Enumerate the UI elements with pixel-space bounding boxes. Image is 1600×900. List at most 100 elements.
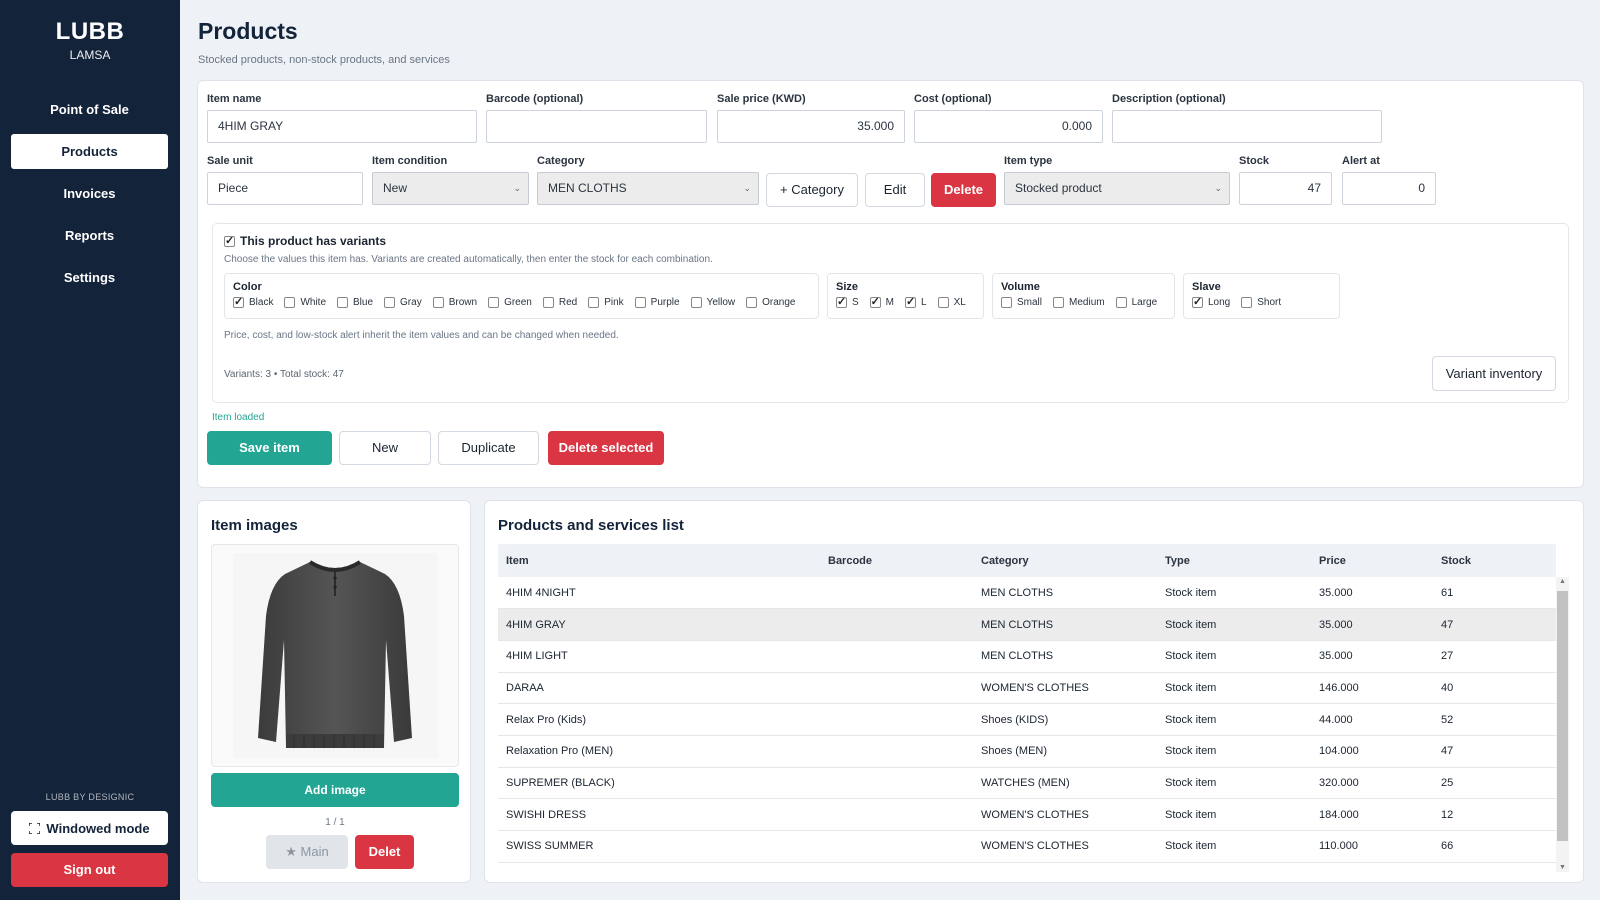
sidebar-item-settings[interactable]: Settings [11,260,168,295]
image-preview[interactable] [211,544,459,767]
sidebar-item-products[interactable]: Products [11,134,168,169]
set-main-image-button[interactable]: ★ Main [266,835,348,869]
checkbox-icon [1053,297,1065,308]
scroll-down-icon[interactable]: ▼ [1556,864,1569,871]
table-row[interactable]: Relaxation Pro (MEN) Shoes (MEN) Stock ite… [498,735,1556,768]
delete-category-button[interactable]: Delete [931,173,996,207]
table-cell: Stock item [1157,703,1311,736]
volume-option-medium[interactable]: Medium [1053,297,1105,308]
scrollbar-thumb[interactable] [1557,591,1568,841]
variant-inventory-button[interactable]: Variant inventory [1432,356,1556,391]
barcode-input[interactable] [486,110,707,143]
sale-unit-input[interactable]: Piece [207,172,363,205]
description-label: Description (optional) [1112,93,1226,105]
product-form-card: Item name 4HIM GRAY Barcode (optional) S… [197,80,1584,488]
column-header-category[interactable]: Category [973,544,1157,577]
table-row[interactable]: SUPREMER (BLACK) WATCHES (MEN) Stock item 3… [498,767,1556,800]
edit-category-button[interactable]: Edit [865,173,925,207]
table-row[interactable]: DARAA WOMEN'S CLOTHES Stock item 146.000 40 [498,672,1556,705]
variants-summary: Variants: 3 • Total stock: 47 [224,369,344,380]
size-option-l[interactable]: L [905,295,927,308]
color-option-green[interactable]: Green [488,297,532,308]
checkbox-checked-icon [869,295,881,308]
sale-unit-field: Sale unit Piece [207,155,363,205]
table-row[interactable]: Relax Pro (Kids) Shoes (KIDS) Stock item 44… [498,703,1556,736]
color-option-pink[interactable]: Pink [588,297,624,308]
description-input[interactable] [1112,110,1382,143]
status-message: Item loaded [212,412,265,423]
slave-option-short[interactable]: Short [1241,297,1281,308]
alert-at-input[interactable]: 0 [1342,172,1436,205]
stock-input[interactable]: 47 [1239,172,1332,205]
sale-price-input[interactable]: 35.000 [717,110,905,143]
table-cell: 47 [1433,735,1556,768]
option-label: Yellow [706,297,736,308]
category-field: Category MEN CLOTHS ⌄ [537,155,759,205]
sidebar-item-point-of-sale[interactable]: Point of Sale [11,92,168,127]
sign-out-button[interactable]: Sign out [11,853,168,887]
save-item-button[interactable]: Save item [207,431,332,465]
color-option-gray[interactable]: Gray [384,297,422,308]
color-option-blue[interactable]: Blue [337,297,373,308]
page-subtitle: Stocked products, non-stock products, an… [198,54,450,66]
column-header-price[interactable]: Price [1311,544,1433,577]
size-option-m[interactable]: M [869,295,895,308]
column-header-type[interactable]: Type [1157,544,1311,577]
cost-input[interactable]: 0.000 [914,110,1103,143]
column-header-item[interactable]: Item [498,544,820,577]
sweater-image [258,559,412,748]
option-label: M [885,297,895,308]
item-type-select[interactable]: Stocked product ⌄ [1004,172,1230,205]
slave-option-long[interactable]: Long [1192,295,1230,308]
sale-price-label: Sale price (KWD) [717,93,806,105]
new-item-button[interactable]: New [339,431,431,465]
chevron-down-icon: ⌄ [1214,183,1222,193]
color-option-red[interactable]: Red [542,297,577,308]
description-field: Description (optional) [1112,93,1382,143]
windowed-mode-button[interactable]: Windowed mode [11,811,168,845]
delete-image-button[interactable]: Delet [355,835,414,869]
table-row[interactable]: 4HIM 4NIGHT MEN CLOTHS Stock item 35.000 61 [498,577,1556,610]
credit-text: LUBB BY DESIGNIC [45,792,135,802]
item-condition-select[interactable]: New ⌄ [372,172,529,205]
sidebar-item-reports[interactable]: Reports [11,218,168,253]
column-header-barcode[interactable]: Barcode [820,544,973,577]
sidebar-footer: LUBB BY DESIGNIC Windowed mode Sign out [0,792,180,900]
table-scrollbar[interactable]: ▲ ▼ [1556,577,1569,872]
checkbox-icon [746,297,758,308]
table-row[interactable]: SWISHI DRESS WOMEN'S CLOTHES Stock item 184… [498,798,1556,831]
color-option-purple[interactable]: Purple [634,297,680,308]
item-name-input[interactable]: 4HIM GRAY [207,110,477,143]
add-category-button[interactable]: + Category [766,173,858,207]
column-header-stock[interactable]: Stock [1433,544,1556,577]
category-select[interactable]: MEN CLOTHS ⌄ [537,172,759,205]
table-cell [820,672,973,705]
color-option-orange[interactable]: Orange [746,297,795,308]
volume-option-small[interactable]: Small [1001,297,1042,308]
table-row[interactable]: SWISS SUMMER WOMEN'S CLOTHES Stock item 110… [498,830,1556,863]
table-cell: SWISHI DRESS [498,798,820,831]
image-counter: 1 / 1 [325,817,345,828]
duplicate-button[interactable]: Duplicate [438,431,539,465]
table-cell: Shoes (KIDS) [973,703,1157,736]
size-option-xl[interactable]: XL [937,297,966,308]
volume-option-large[interactable]: Large [1115,297,1157,308]
sale-unit-label: Sale unit [207,155,253,167]
scroll-up-icon[interactable]: ▲ [1556,578,1569,585]
color-option-brown[interactable]: Brown [432,297,477,308]
table-cell: 146.000 [1311,672,1433,705]
table-cell: 4HIM GRAY [498,608,820,641]
table-cell: 12 [1433,798,1556,831]
table-row[interactable]: 4HIM LIGHT MEN CLOTHS Stock item 35.000 27 [498,640,1556,673]
sidebar-item-invoices[interactable]: Invoices [11,176,168,211]
color-option-white[interactable]: White [284,297,326,308]
checkbox-checked-icon [836,295,847,308]
table-row[interactable]: 4HIM GRAY MEN CLOTHS Stock item 35.000 47 [498,608,1556,641]
color-option-black[interactable]: Black [233,295,273,308]
has-variants-checkbox[interactable]: This product has variants [224,234,386,248]
delete-selected-button[interactable]: Delete selected [548,431,664,465]
color-option-yellow[interactable]: Yellow [690,297,736,308]
option-label: XL [953,297,966,308]
add-image-button[interactable]: Add image [211,773,459,807]
size-option-s[interactable]: S [836,295,859,308]
